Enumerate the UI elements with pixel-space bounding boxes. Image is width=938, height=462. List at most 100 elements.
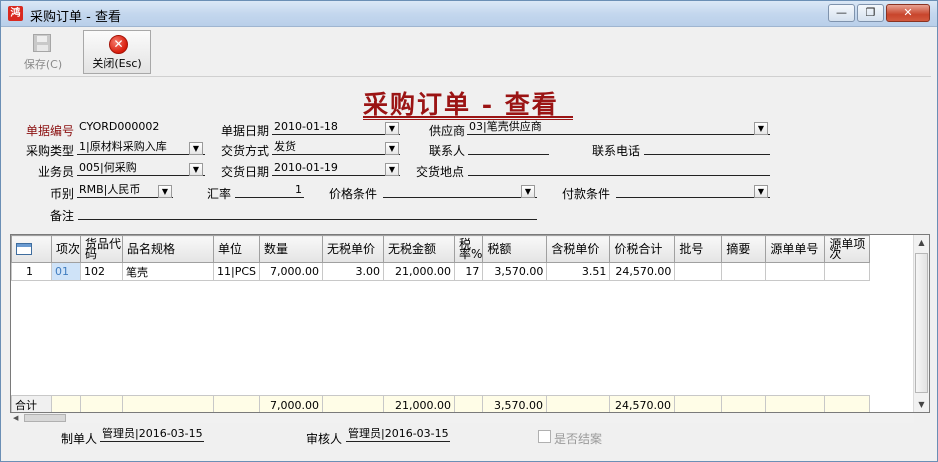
column-header[interactable]: 税率% [453,235,484,263]
purchase-type-label: 采购类型 [26,144,75,158]
column-header[interactable]: 价税合计 [609,235,676,263]
cell-product-code[interactable]: 102 [80,262,123,281]
payment-terms-field[interactable] [616,183,770,198]
grid-header-row: 项次 货品代码 品名规格 单位 数量 无税单价 无税金额 税率% 税额 含税单价… [11,235,871,263]
total-quantity: 7,000.00 [259,395,323,412]
total-cell [765,395,825,412]
salesman-label: 业务员 [38,165,75,179]
delivery-place-field[interactable] [468,161,770,176]
total-tax: 3,570.00 [482,395,547,412]
doc-no-label: 单据编号 [26,124,75,138]
salesman-field[interactable]: 005|何采购 [77,161,205,176]
restore-button[interactable]: ❐ [857,4,884,22]
cell-total-incl-tax[interactable]: 24,570.00 [609,262,676,281]
cell-summary[interactable] [721,262,767,281]
reviewer-value: 管理员|2016-03-15 [346,427,450,442]
payment-terms-label: 付款条件 [562,187,611,201]
column-header[interactable]: 无税金额 [383,235,455,263]
column-header[interactable]: 源单单号 [765,235,826,263]
totals-label: 合计 [11,395,52,412]
remark-field[interactable] [78,205,537,220]
close-circle-icon: ✕ [109,35,128,54]
grid-icon[interactable] [16,242,32,255]
minimize-button[interactable]: — [828,4,855,22]
totals-row: 合计 7,000.00 21,000.00 3,570.00 24,570.00 [11,395,870,412]
cell-quantity[interactable]: 7,000.00 [259,262,323,281]
supplier-label: 供应商 [429,124,466,138]
total-cell [824,395,870,412]
scroll-down-icon[interactable]: ▼ [914,397,929,412]
column-header[interactable]: 摘要 [721,235,767,263]
phone-field[interactable] [644,140,770,155]
doc-date-label: 单据日期 [221,124,270,138]
scrollbar-thumb[interactable] [915,253,928,393]
close-button[interactable]: ✕ 关闭(Esc) [83,30,151,74]
doc-date-dropdown-icon[interactable]: ▼ [385,122,399,135]
grid-settings-header[interactable] [11,235,52,263]
close-window-button[interactable]: ✕ [886,4,930,22]
column-header[interactable]: 项次 [51,235,81,263]
contact-field[interactable] [468,140,549,155]
cell-batch-no[interactable] [674,262,723,281]
close-button-label: 关闭(Esc) [92,57,142,70]
column-header[interactable]: 货品代码 [80,235,123,263]
vertical-scrollbar[interactable]: ▲ ▼ [913,235,929,412]
delivery-method-label: 交货方式 [221,144,270,158]
cell-product-name[interactable]: 笔壳 [122,262,214,281]
doc-date-field[interactable]: 2010-01-18 [272,120,400,135]
cell-source-item-no[interactable] [824,262,871,281]
column-header[interactable]: 数量 [259,235,323,263]
total-cell [80,395,123,412]
supplier-field[interactable]: 03|笔壳供应商 [467,120,770,135]
doc-no-value: CYORD000002 [79,120,160,133]
column-header[interactable]: 单位 [213,235,260,263]
cell-price-incl-tax[interactable]: 3.51 [546,262,611,281]
price-terms-field[interactable] [383,183,537,198]
table-row[interactable]: 1 01 102 笔壳 11|PCS 7,000.00 3.00 21,000.… [11,262,871,281]
column-header[interactable]: 品名规格 [122,235,214,263]
column-header[interactable]: 无税单价 [322,235,384,263]
cell-unit-price[interactable]: 3.00 [322,262,384,281]
cell-tax-rate[interactable]: 17 [453,262,484,281]
price-terms-label: 价格条件 [329,187,378,201]
save-button[interactable]: 保存(C) [11,30,75,74]
delivery-date-dropdown-icon[interactable]: ▼ [385,163,399,176]
payment-terms-dropdown-icon[interactable]: ▼ [754,185,768,198]
title-bar: 鸿 采购订单 - 查看 — ❐ ✕ [1,1,937,27]
app-logo-icon: 鸿 [8,6,23,21]
scroll-left-icon[interactable]: ◀ [13,413,18,423]
horizontal-scrollbar[interactable]: ◀ [10,413,914,423]
rate-field[interactable]: 1 [235,183,304,198]
delivery-method-field[interactable]: 发货 [272,140,400,155]
scroll-up-icon[interactable]: ▲ [914,235,929,250]
cell-source-doc-no[interactable] [765,262,826,281]
cell-tax-amount[interactable]: 3,570.00 [482,262,548,281]
order-lines-grid: 项次 货品代码 品名规格 单位 数量 无税单价 无税金额 税率% 税额 含税单价… [10,234,930,413]
currency-label: 币别 [50,187,75,201]
total-cell [213,395,260,412]
delivery-method-dropdown-icon[interactable]: ▼ [385,142,399,155]
column-header[interactable]: 源单项次 [824,235,871,263]
creator-value: 管理员|2016-03-15 [100,427,204,442]
creator-label: 制单人 [61,432,98,446]
column-header[interactable]: 批号 [674,235,723,263]
delivery-date-field[interactable]: 2010-01-19 [272,161,400,176]
price-terms-dropdown-icon[interactable]: ▼ [521,185,535,198]
column-header[interactable]: 税额 [482,235,548,263]
total-incl-tax: 24,570.00 [609,395,675,412]
scrollbar-thumb[interactable] [24,414,66,422]
cell-item-no[interactable]: 01 [51,262,81,281]
cell-unit[interactable]: 11|PCS [213,262,260,281]
total-cell [674,395,722,412]
cell-amount[interactable]: 21,000.00 [383,262,455,281]
closed-checkbox[interactable] [538,430,551,443]
remark-label: 备注 [50,209,75,223]
currency-dropdown-icon[interactable]: ▼ [158,185,172,198]
purchase-type-dropdown-icon[interactable]: ▼ [189,142,203,155]
purchase-type-field[interactable]: 1|原材料采购入库 [77,140,205,155]
supplier-dropdown-icon[interactable]: ▼ [754,122,768,135]
salesman-dropdown-icon[interactable]: ▼ [189,163,203,176]
total-cell [51,395,81,412]
total-cell [322,395,384,412]
column-header[interactable]: 含税单价 [546,235,611,263]
